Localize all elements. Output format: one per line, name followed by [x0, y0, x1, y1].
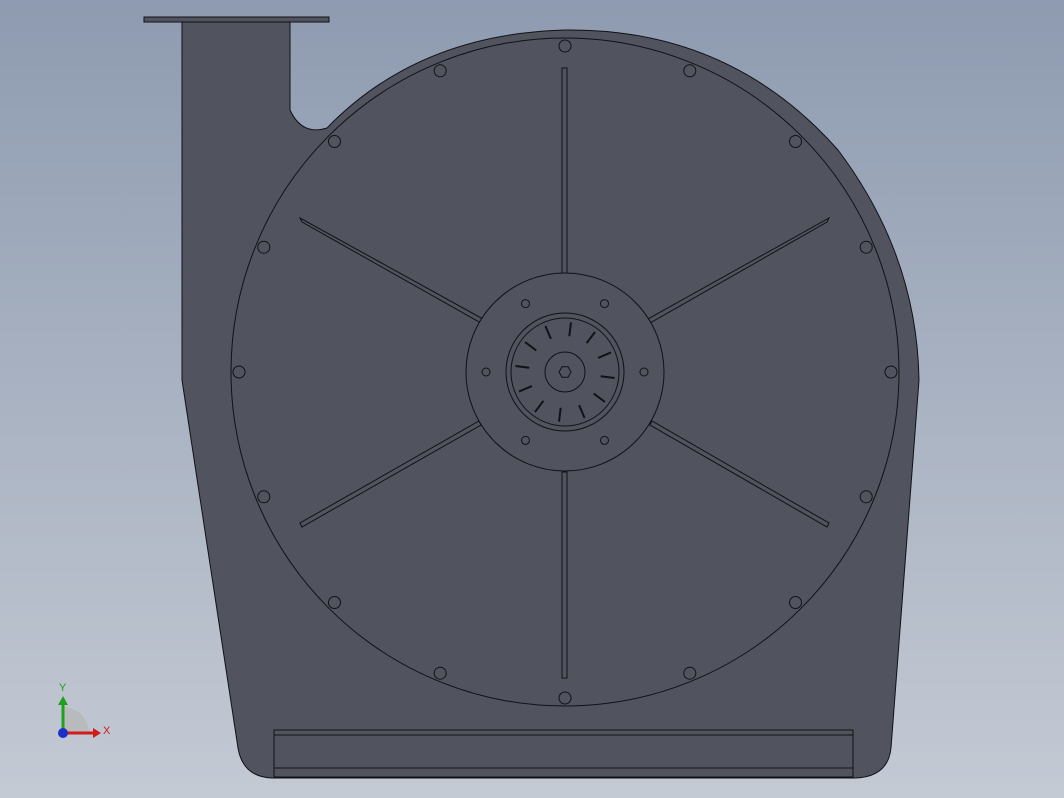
hub-bolt-hole: [639, 367, 649, 377]
shaft-bore-hex: [558, 366, 572, 378]
cad-viewport[interactable]: X Y: [0, 0, 1064, 798]
rim-bolt-hole: [789, 135, 802, 148]
rim-bolt-hole: [789, 596, 802, 609]
fan-housing-model[interactable]: [143, 16, 920, 779]
rim-bolt-hole: [558, 39, 572, 53]
rim-bolt-hole: [328, 596, 341, 609]
base-plate[interactable]: [273, 729, 854, 778]
hub-bolt-hole: [600, 299, 609, 309]
triad-x-label: X: [103, 725, 111, 737]
rim-bolt-hole: [683, 64, 697, 78]
rim-bolt-hole: [859, 240, 873, 254]
hub-bolt-hole: [521, 299, 530, 309]
rim-bolt-hole: [433, 64, 447, 78]
rim-bolt-hole: [232, 365, 246, 379]
rim-bolt-hole: [859, 490, 873, 504]
hub-bolt-hole: [600, 435, 609, 445]
triad-y-label: Y: [59, 682, 67, 694]
rim-bolt-hole: [257, 240, 271, 254]
rim-bolt-hole: [558, 691, 572, 705]
rim-bolt-hole: [884, 365, 898, 379]
hub-bolt-hole: [481, 367, 491, 377]
triad-z-axis-dot: [58, 728, 68, 738]
rib-bottom: [561, 471, 568, 679]
rib-top: [561, 67, 568, 274]
rim-bolt-hole: [433, 666, 447, 680]
outlet-flange[interactable]: [143, 16, 330, 23]
rim-bolt-hole: [328, 135, 341, 148]
rim-bolt-hole: [257, 490, 271, 504]
hub-bolt-hole: [521, 435, 530, 445]
rim-bolt-hole: [683, 666, 697, 680]
